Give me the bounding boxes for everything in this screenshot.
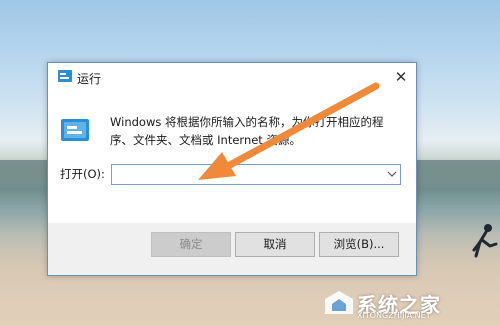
open-input[interactable] <box>112 166 390 186</box>
run-dialog: 运行 ✕ Windows 将根据你所输入的名称，为你打开相应的程序、文件夹、文档… <box>47 62 417 276</box>
run-icon <box>58 70 72 82</box>
close-button[interactable]: ✕ <box>386 63 416 91</box>
background-person <box>472 224 498 258</box>
watermark: 系统之家 XITONGZHIJIA.NET <box>324 288 494 322</box>
run-large-icon <box>61 119 89 141</box>
cancel-button[interactable]: 取消 <box>235 232 315 257</box>
watermark-logo-icon <box>325 291 353 314</box>
chevron-down-icon[interactable] <box>387 169 397 179</box>
open-label: 打开(O): <box>60 167 105 181</box>
open-combobox[interactable] <box>111 164 401 186</box>
dialog-body: Windows 将根据你所输入的名称，为你打开相应的程序、文件夹、文档或 Int… <box>48 91 416 223</box>
ok-button[interactable]: 确定 <box>151 232 231 257</box>
close-icon: ✕ <box>394 68 408 86</box>
description-text: Windows 将根据你所输入的名称，为你打开相应的程序、文件夹、文档或 Int… <box>110 115 384 147</box>
browse-button[interactable]: 浏览(B)... <box>319 232 399 257</box>
watermark-url: XITONGZHIJIA.NET <box>357 311 431 320</box>
dialog-footer: 确定 取消 浏览(B)... <box>48 223 416 275</box>
dialog-title: 运行 <box>77 72 102 86</box>
title-bar: 运行 ✕ <box>48 63 416 91</box>
